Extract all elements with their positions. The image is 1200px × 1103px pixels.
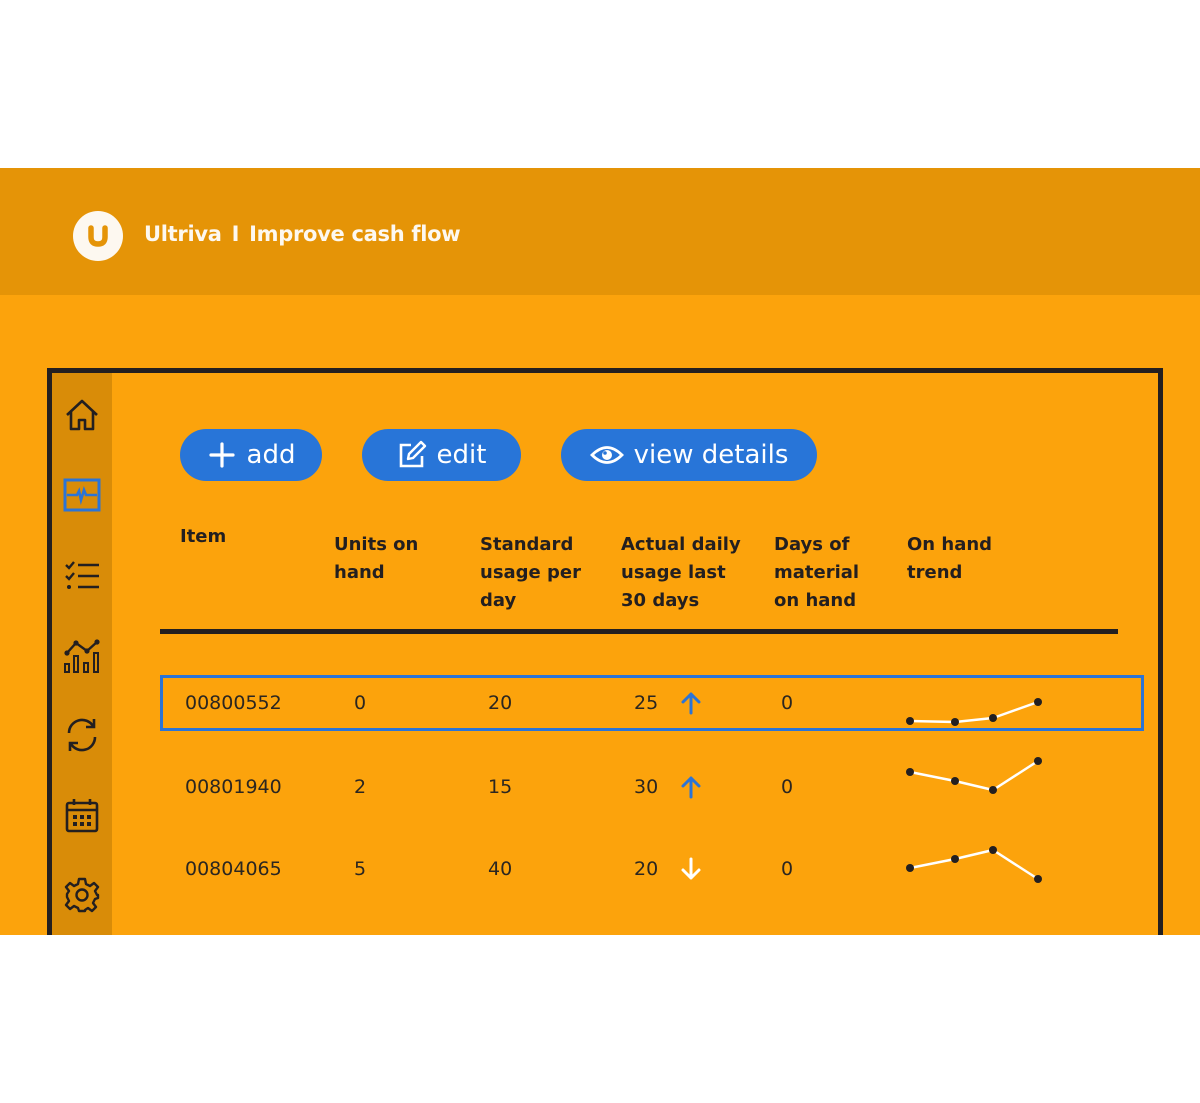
trend-segment <box>909 719 956 724</box>
item-cell: 00800552 <box>185 692 282 714</box>
item-cell: 00804065 <box>185 858 282 880</box>
on-hand-trend-sparkline <box>906 757 1042 794</box>
column-header-trend[interactable]: On hand trend <box>907 531 992 587</box>
table-row[interactable]: 00800552 0 20 25 0 <box>160 675 1144 731</box>
arrow-down-icon <box>681 857 701 880</box>
days-on-hand-cell: 0 <box>781 858 794 880</box>
add-button-label: add <box>246 440 296 470</box>
trend-point <box>951 718 959 726</box>
column-header-item[interactable]: Item <box>180 523 226 551</box>
trend-point <box>906 864 914 872</box>
brand-name: Ultriva <box>144 222 222 246</box>
trend-point <box>951 777 959 785</box>
eye-icon <box>589 446 624 464</box>
actual-usage-cell: 20 <box>634 858 659 880</box>
trend-segment <box>992 759 1039 792</box>
app-window: add edit view details Item Units on hand … <box>47 368 1163 935</box>
trend-point <box>906 768 914 776</box>
edit-pencil-icon <box>399 440 426 468</box>
tagline: Improve cash flow <box>249 222 461 246</box>
view-details-label: view details <box>633 440 789 470</box>
pulse-monitor-icon <box>63 478 101 512</box>
actual-usage-cell: 25 <box>634 692 659 714</box>
trend-segment <box>992 700 1039 720</box>
days-on-hand-cell: 0 <box>781 776 794 798</box>
sidebar-item-home[interactable] <box>62 395 102 435</box>
edit-button-label: edit <box>436 440 487 470</box>
trend-segment <box>954 848 994 861</box>
calendar-icon <box>65 799 99 833</box>
trend-segment <box>909 770 956 783</box>
trend-segment <box>992 848 1039 881</box>
refresh-icon <box>67 718 97 752</box>
add-button[interactable]: add <box>180 429 322 481</box>
header-divider <box>160 629 1118 634</box>
table-row[interactable]: 00804065 5 40 20 0 <box>160 841 1144 897</box>
units-on-hand-cell: 0 <box>354 692 367 714</box>
on-hand-trend-sparkline <box>906 698 1042 726</box>
sidebar-item-refresh[interactable] <box>62 715 102 755</box>
trend-point <box>989 846 997 854</box>
page-title: Ultriva I Improve cash flow <box>144 222 461 246</box>
trend-point <box>989 786 997 794</box>
sidebar-item-analytics[interactable] <box>62 635 102 675</box>
trend-point <box>1034 698 1042 706</box>
column-header-actual-usage[interactable]: Actual daily usage last 30 days <box>621 531 741 615</box>
sidebar <box>52 373 112 935</box>
ultriva-logo <box>73 211 123 261</box>
trend-segment <box>954 779 994 792</box>
standard-usage-cell: 15 <box>488 776 513 798</box>
trend-segment <box>909 857 956 870</box>
sidebar-item-settings[interactable] <box>62 875 102 915</box>
title-separator: I <box>231 222 240 246</box>
trend-point <box>951 855 959 863</box>
edit-button[interactable]: edit <box>362 429 521 481</box>
trend-point <box>989 714 997 722</box>
standard-usage-cell: 20 <box>488 692 513 714</box>
trend-segment <box>954 716 994 724</box>
units-on-hand-cell: 5 <box>354 858 367 880</box>
column-header-standard-usage[interactable]: Standard usage per day <box>480 531 581 615</box>
checklist-icon <box>65 561 99 589</box>
trend-point <box>1034 757 1042 765</box>
plus-icon <box>208 442 235 468</box>
sidebar-item-checklist[interactable] <box>62 555 102 595</box>
home-icon <box>66 399 98 431</box>
column-header-units-on-hand[interactable]: Units on hand <box>334 531 418 587</box>
app-canvas: Ultriva I Improve cash flow add edit vie… <box>0 168 1200 935</box>
actual-usage-cell: 30 <box>634 776 659 798</box>
table-row[interactable]: 00801940 2 15 30 0 <box>160 757 1144 815</box>
days-on-hand-cell: 0 <box>781 692 794 714</box>
logo-u-icon <box>88 225 108 247</box>
on-hand-trend-sparkline <box>906 846 1042 883</box>
arrow-up-icon <box>681 776 701 799</box>
units-on-hand-cell: 2 <box>354 776 367 798</box>
sidebar-item-monitor[interactable] <box>62 475 102 515</box>
trend-point <box>1034 875 1042 883</box>
gear-icon <box>64 877 100 913</box>
trend-point <box>906 717 914 725</box>
standard-usage-cell: 40 <box>488 858 513 880</box>
view-details-button[interactable]: view details <box>561 429 817 481</box>
column-header-days-on-hand[interactable]: Days of material on hand <box>774 531 859 615</box>
item-cell: 00801940 <box>185 776 282 798</box>
header-bar: Ultriva I Improve cash flow <box>0 168 1200 295</box>
arrow-up-icon <box>681 692 701 715</box>
sidebar-item-calendar[interactable] <box>62 795 102 835</box>
analytics-chart-icon <box>64 639 100 673</box>
